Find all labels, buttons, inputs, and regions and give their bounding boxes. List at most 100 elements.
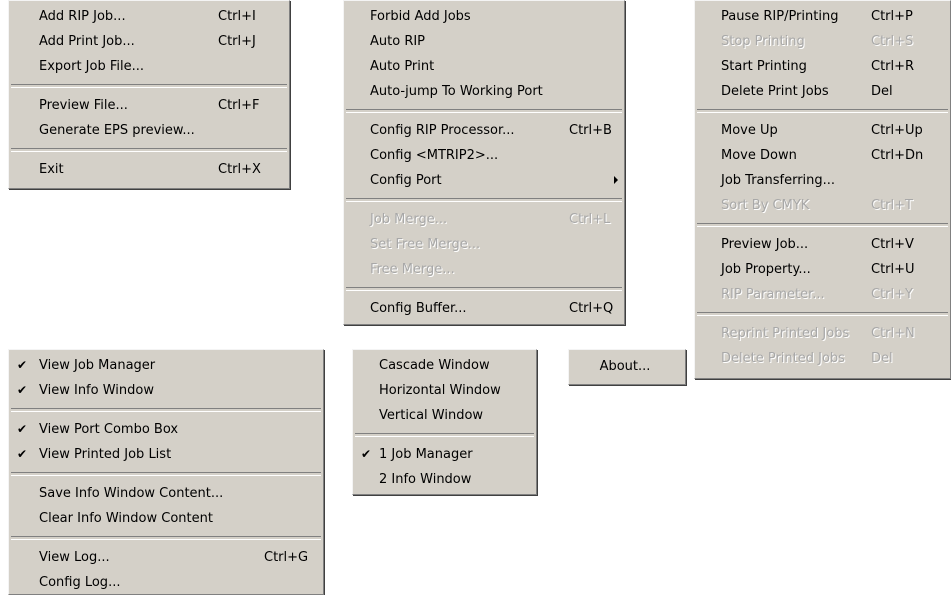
menu-item-add-rip-job[interactable]: Add RIP Job... Ctrl+I [9,4,289,29]
menu-item-vertical-window[interactable]: Vertical Window [353,403,536,428]
menu-item-about[interactable]: About... [569,350,685,384]
menu-item-delete-print-jobs[interactable]: Delete Print Jobs Del [695,79,950,104]
menu-item-label: Vertical Window [379,408,484,423]
menu-item-auto-rip[interactable]: Auto RIP [344,29,624,54]
menu-item-config-port[interactable]: Config Port [344,168,624,193]
menu-item-cascade-window[interactable]: Cascade Window [353,353,536,378]
menu-item-label: Start Printing [721,59,807,74]
menu-item-label: Clear Info Window Content [39,511,213,526]
menu-item-shortcut: Ctrl+Dn [871,148,924,163]
menu-item-delete-printed-jobs[interactable]: Delete Printed Jobs Del [695,346,950,371]
menu-item-view-log[interactable]: View Log... Ctrl+G [9,545,323,570]
job-menu: Pause RIP/Printing Ctrl+P Stop Printing … [694,0,951,379]
menu-item-shortcut: Ctrl+L [569,212,611,227]
menu-separator [11,84,287,88]
menu-item-shortcut: Ctrl+I [218,9,256,24]
menu-item-shortcut: Ctrl+X [218,162,261,177]
menu-item-generate-eps-preview[interactable]: Generate EPS preview... [9,118,289,143]
menu-item-shortcut: Ctrl+J [218,34,256,49]
menu-item-window-info-window[interactable]: 2 Info Window [353,467,536,492]
menu-item-window-job-manager[interactable]: ✔ 1 Job Manager [353,442,536,467]
menu-item-rip-parameter[interactable]: RIP Parameter... Ctrl+Y [695,282,950,307]
menu-item-label: Job Transferring... [721,173,836,188]
menu-item-shortcut: Ctrl+B [569,123,612,138]
menu-item-shortcut: Ctrl+V [871,237,914,252]
menu-item-preview-file[interactable]: Preview File... Ctrl+F [9,93,289,118]
menu-item-view-printed-job-list[interactable]: ✔ View Printed Job List [9,442,323,467]
menu-item-preview-job[interactable]: Preview Job... Ctrl+V [695,232,950,257]
menu-item-label: View Printed Job List [39,447,172,462]
menu-item-label: 2 Info Window [379,472,472,487]
menu-item-view-job-manager[interactable]: ✔ View Job Manager [9,353,323,378]
menu-item-shortcut: Ctrl+U [871,262,915,277]
menu-separator [11,408,321,412]
menu-item-config-mtrip2[interactable]: Config <MTRIP2>... [344,143,624,168]
menu-item-label: Delete Printed Jobs [721,351,845,366]
menu-separator [11,536,321,540]
menu-item-move-down[interactable]: Move Down Ctrl+Dn [695,143,950,168]
menu-item-label: Delete Print Jobs [721,84,829,99]
menu-item-label: Horizontal Window [379,383,501,398]
menu-item-pause-rip-printing[interactable]: Pause RIP/Printing Ctrl+P [695,4,950,29]
menu-item-free-merge[interactable]: Free Merge... [344,257,624,282]
menu-separator [346,198,622,202]
menu-item-exit[interactable]: Exit Ctrl+X [9,157,289,182]
menu-item-auto-print[interactable]: Auto Print [344,54,624,79]
menu-item-config-buffer[interactable]: Config Buffer... Ctrl+Q [344,296,624,321]
menu-item-shortcut: Ctrl+Up [871,123,923,138]
menu-item-view-port-combo-box[interactable]: ✔ View Port Combo Box [9,417,323,442]
menu-item-label: Config Buffer... [370,301,467,316]
check-icon: ✔ [16,422,28,436]
menu-separator [697,109,948,113]
menu-separator [11,472,321,476]
menu-separator [355,433,534,437]
menu-item-stop-printing[interactable]: Stop Printing Ctrl+S [695,29,950,54]
menu-item-set-free-merge[interactable]: Set Free Merge... [344,232,624,257]
menu-item-label: Export Job File... [39,59,145,74]
menu-item-label: Set Free Merge... [370,237,481,252]
menu-item-label: Auto Print [370,59,435,74]
menu-item-sort-by-cmyk[interactable]: Sort By CMYK Ctrl+T [695,193,950,218]
check-icon: ✔ [16,447,28,461]
menu-separator [697,223,948,227]
menu-item-move-up[interactable]: Move Up Ctrl+Up [695,118,950,143]
menu-item-forbid-add-jobs[interactable]: Forbid Add Jobs [344,4,624,29]
menu-item-label: Exit [39,162,64,177]
menu-item-config-log[interactable]: Config Log... [9,570,323,595]
menu-item-clear-info-window-content[interactable]: Clear Info Window Content [9,506,323,531]
menu-item-label: About... [599,359,651,374]
menu-item-add-print-job[interactable]: Add Print Job... Ctrl+J [9,29,289,54]
menu-separator [11,148,287,152]
menu-item-horizontal-window[interactable]: Horizontal Window [353,378,536,403]
menu-item-shortcut: Ctrl+G [264,550,309,565]
menu-item-save-info-window-content[interactable]: Save Info Window Content... [9,481,323,506]
menu-separator [346,109,622,113]
window-menu: Cascade Window Horizontal Window Vertica… [352,349,537,495]
menu-item-label: Forbid Add Jobs [370,9,471,24]
menu-item-export-job-file[interactable]: Export Job File... [9,54,289,79]
menu-item-label: Job Property... [721,262,811,277]
menu-item-reprint-printed-jobs[interactable]: Reprint Printed Jobs Ctrl+N [695,321,950,346]
menu-item-label: Config Log... [39,575,121,590]
menu-item-label: View Log... [39,550,110,565]
menu-item-label: Add Print Job... [39,34,135,49]
menu-item-shortcut: Ctrl+Q [569,301,614,316]
menu-item-label: Config Port [370,173,442,188]
menu-item-config-rip-processor[interactable]: Config RIP Processor... Ctrl+B [344,118,624,143]
menu-item-job-merge[interactable]: Job Merge... Ctrl+L [344,207,624,232]
menu-item-label: 1 Job Manager [379,447,473,462]
menu-item-label: RIP Parameter... [721,287,825,302]
menu-item-label: Preview Job... [721,237,809,252]
help-menu: About... [568,349,686,385]
check-icon: ✔ [16,358,28,372]
menu-item-label: Move Down [721,148,797,163]
menu-item-shortcut: Ctrl+F [218,98,260,113]
menu-item-job-property[interactable]: Job Property... Ctrl+U [695,257,950,282]
menu-item-view-info-window[interactable]: ✔ View Info Window [9,378,323,403]
menu-item-auto-jump-to-working-port[interactable]: Auto-jump To Working Port [344,79,624,104]
rip-menu: Forbid Add Jobs Auto RIP Auto Print Auto… [343,0,625,325]
menu-item-start-printing[interactable]: Start Printing Ctrl+R [695,54,950,79]
menu-item-job-transferring[interactable]: Job Transferring... [695,168,950,193]
menu-item-label: Config RIP Processor... [370,123,515,138]
menu-item-label: Auto RIP [370,34,426,49]
